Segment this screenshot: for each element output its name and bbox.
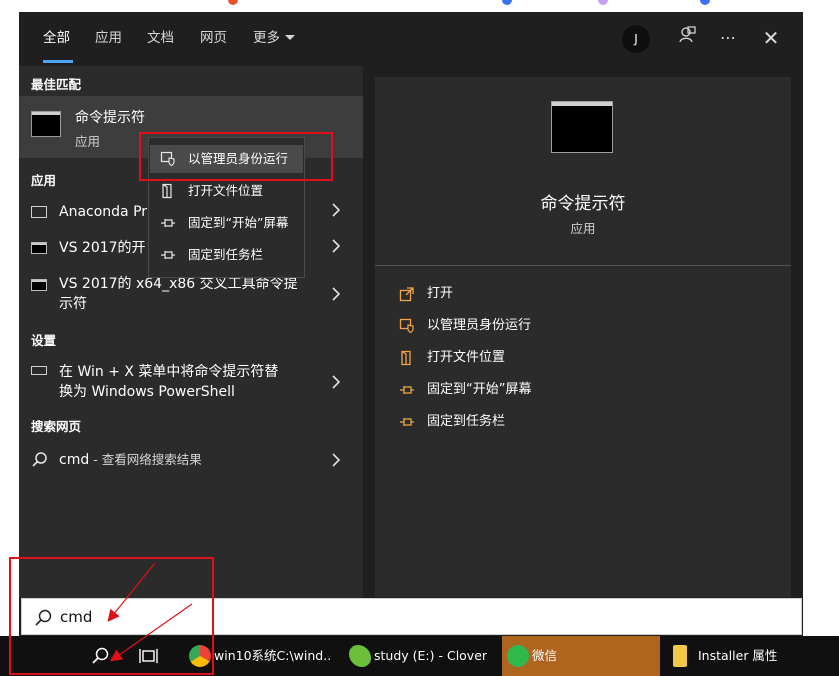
annotation-arrow (107, 562, 156, 622)
annotation-arrows (107, 562, 193, 662)
annotation-arrow (110, 603, 193, 662)
